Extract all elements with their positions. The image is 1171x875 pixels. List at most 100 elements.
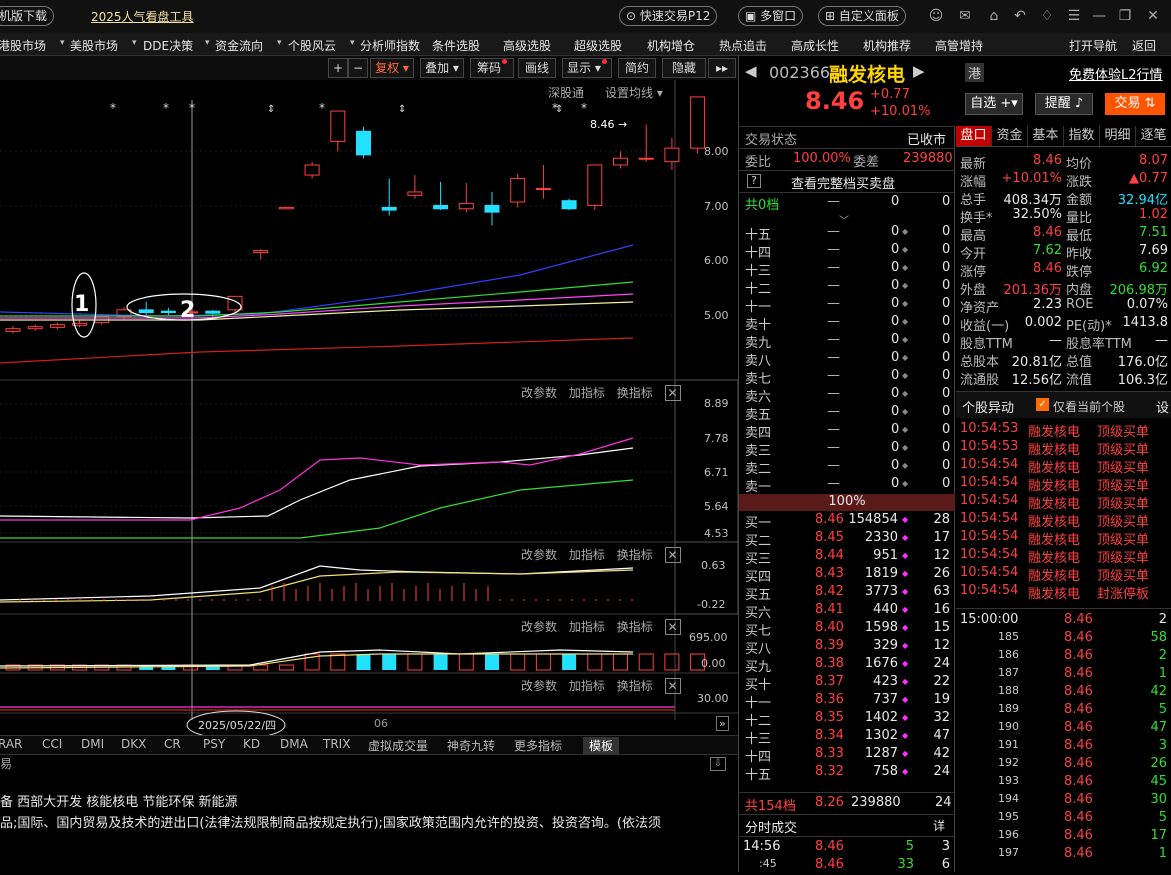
restore-icon[interactable]: ❐ [1117, 8, 1133, 24]
anomaly-row[interactable]: 10:54:54 融发核电 封涨停板 [956, 583, 1171, 602]
set-ma-dropdown[interactable]: 设置均线 ▾ [605, 84, 663, 101]
quote-tab[interactable]: 资金 [992, 126, 1028, 146]
alert-button[interactable]: 提醒 ♪ [1035, 93, 1093, 115]
ask-row[interactable]: 卖十 —0 ◆ 0 [739, 314, 954, 333]
close-icon[interactable]: ✕ [1145, 8, 1161, 24]
indicator-tab[interactable]: PSY [203, 737, 225, 751]
watchlist-button[interactable]: 自选 +▾ [965, 93, 1023, 115]
anomaly-row[interactable]: 10:54:53 融发核电 顶级买单 [956, 439, 1171, 458]
simple-mode-button[interactable]: 简约 [618, 58, 656, 78]
prev-stock-icon[interactable]: ◀ [745, 62, 757, 80]
zoom-out-button[interactable]: − [348, 58, 368, 78]
ask-row[interactable]: 卖三 —0 ◆ 0 [739, 440, 954, 459]
l2-trial-link[interactable]: 免费体验L2行情 [1069, 64, 1163, 83]
ask-row[interactable]: 卖七 —0 ◆ 0 [739, 368, 954, 387]
ask-row[interactable]: 十五 —0 ◆ 0 [739, 224, 954, 243]
close-panel-icon[interactable]: ✕ [664, 385, 681, 401]
add-indicator-link[interactable]: 加指标 [569, 548, 605, 562]
ask-row[interactable]: 卖六 —0 ◆ 0 [739, 386, 954, 405]
ask-row[interactable]: 十二 —0 ◆ 0 [739, 278, 954, 297]
bid-row[interactable]: 十三 8.34 1302 ◆ 47 [739, 728, 954, 747]
bid-row[interactable]: 十一 8.36 737 ◆ 19 [739, 692, 954, 711]
help-icon[interactable]: ? [747, 174, 761, 188]
indicator-tab[interactable]: DMA [280, 737, 308, 751]
fuquan-dropdown[interactable]: 复权 ▾ [370, 58, 414, 78]
anomaly-row[interactable]: 10:54:54 融发核电 顶级买单 [956, 547, 1171, 566]
menu-item[interactable]: 条件选股 [432, 37, 480, 54]
menu-item[interactable]: 超级选股 [574, 37, 622, 54]
indicator-tab[interactable]: TRIX [323, 737, 350, 751]
mail-icon[interactable]: ✉ [957, 8, 973, 24]
anomaly-row[interactable]: 10:54:54 融发核电 顶级买单 [956, 529, 1171, 548]
add-indicator-link[interactable]: 加指标 [569, 386, 605, 400]
bid-row[interactable]: 买一 8.46 154854 ◆ 28 [739, 512, 954, 531]
shenzhen-connect-link[interactable]: 深股通 [548, 84, 584, 101]
indicator-tab[interactable]: CR [164, 737, 181, 751]
bid-row[interactable]: 买四 8.43 1819 ◆ 26 [739, 566, 954, 585]
anomaly-settings-button[interactable]: 设 [1156, 397, 1169, 416]
draw-line-button[interactable]: 画线 [518, 58, 556, 78]
menu-item[interactable]: 返回 [1132, 37, 1156, 54]
indicator-tab[interactable]: 模板 [583, 737, 620, 754]
ask-row[interactable]: 卖二 —0 ◆ 0 [739, 458, 954, 477]
bid-row[interactable]: 买十 8.37 423 ◆ 22 [739, 674, 954, 693]
bid-row[interactable]: 十四 8.33 1287 ◆ 42 [739, 746, 954, 765]
menu-item[interactable]: 分析师指数 [360, 37, 420, 54]
change-params-link[interactable]: 改参数 [521, 548, 557, 562]
menu-item[interactable]: 机构增仓 [647, 37, 695, 54]
collapse-icon[interactable]: ⇩ [710, 757, 726, 771]
expand-icon[interactable]: ▸▸ [708, 58, 736, 78]
menu-icon[interactable]: ☰ [1066, 8, 1082, 24]
ask-row[interactable]: 卖九 —0 ◆ 0 [739, 332, 954, 351]
checkbox-checked-icon[interactable]: ✓ [1036, 398, 1049, 411]
bid-row[interactable]: 买八 8.39 329 ◆ 12 [739, 638, 954, 657]
multi-window-button[interactable]: ▣ 多窗口 [738, 6, 804, 26]
fenshi-detail-link[interactable]: 详 [933, 817, 945, 834]
anomaly-row[interactable]: 10:54:54 融发核电 顶级买单 [956, 475, 1171, 494]
hide-button[interactable]: 隐藏 [662, 58, 706, 78]
switch-indicator-link[interactable]: 换指标 [617, 386, 653, 400]
indicator-tab[interactable]: KD [243, 737, 260, 751]
change-params-link[interactable]: 改参数 [521, 679, 557, 693]
bid-row[interactable]: 十二 8.35 1402 ◆ 32 [739, 710, 954, 729]
switch-indicator-link[interactable]: 换指标 [617, 679, 653, 693]
change-params-link[interactable]: 改参数 [521, 386, 557, 400]
ask-row[interactable]: 十三 —0 ◆ 0 [739, 260, 954, 279]
menu-item[interactable]: 个股风云 [288, 37, 336, 54]
ask-row[interactable]: 卖八 —0 ◆ 0 [739, 350, 954, 369]
switch-indicator-link[interactable]: 换指标 [617, 620, 653, 634]
indicator-tab[interactable]: 神奇九转 [447, 737, 495, 754]
mobile-download-link[interactable]: 机版下载 [0, 6, 55, 26]
close-panel-icon[interactable]: ✕ [664, 619, 681, 635]
indicator-tab[interactable]: DKX [121, 737, 146, 751]
next-stock-icon[interactable]: ▶ [913, 62, 925, 80]
kline-chart-area[interactable]: * * * * * * ⇕ ⇕ ⇕ 深股通 设置均线 ▾ 8.46 → 8.00 7.00 6.… [0, 80, 738, 735]
quote-tab[interactable]: 指数 [1064, 126, 1100, 146]
menu-item[interactable]: 资金流向 [215, 37, 263, 54]
bid-row[interactable]: 买六 8.41 440 ◆ 16 [739, 602, 954, 621]
close-panel-icon[interactable]: ✕ [664, 547, 681, 563]
bid-row[interactable]: 买九 8.38 1676 ◆ 24 [739, 656, 954, 675]
anomaly-row[interactable]: 10:54:54 融发核电 顶级买单 [956, 565, 1171, 584]
indicator-tab[interactable]: CCI [42, 737, 62, 751]
overlay-dropdown[interactable]: 叠加 ▾ [420, 58, 464, 78]
trade-button[interactable]: 交易 ⇅ [1105, 93, 1165, 115]
change-params-link[interactable]: 改参数 [521, 620, 557, 634]
bid-row[interactable]: 买五 8.42 3773 ◆ 63 [739, 584, 954, 603]
quote-tab[interactable]: 基本 [1028, 126, 1064, 146]
bid-row[interactable]: 买七 8.40 1598 ◆ 15 [739, 620, 954, 639]
menu-item[interactable]: 打开导航 [1069, 37, 1117, 54]
indicator-tab[interactable]: RAR [0, 737, 22, 751]
bid-row[interactable]: 买二 8.45 2330 ◆ 17 [739, 530, 954, 549]
menu-item[interactable]: DDE决策 [143, 37, 193, 54]
menu-item[interactable]: 高成长性 [791, 37, 839, 54]
add-indicator-link[interactable]: 加指标 [569, 620, 605, 634]
indicator-tab[interactable]: 更多指标 [514, 737, 562, 754]
anomaly-row[interactable]: 10:54:54 融发核电 顶级买单 [956, 457, 1171, 476]
indicator-tab[interactable]: DMI [81, 737, 104, 751]
anomaly-row[interactable]: 10:54:54 融发核电 顶级买单 [956, 493, 1171, 512]
menu-item[interactable]: 机构推荐 [863, 37, 911, 54]
ask-row[interactable]: 卖五 —0 ◆ 0 [739, 404, 954, 423]
quote-tab[interactable]: 盘口 [956, 126, 992, 146]
quote-tab[interactable]: 逐笔 [1136, 126, 1171, 146]
